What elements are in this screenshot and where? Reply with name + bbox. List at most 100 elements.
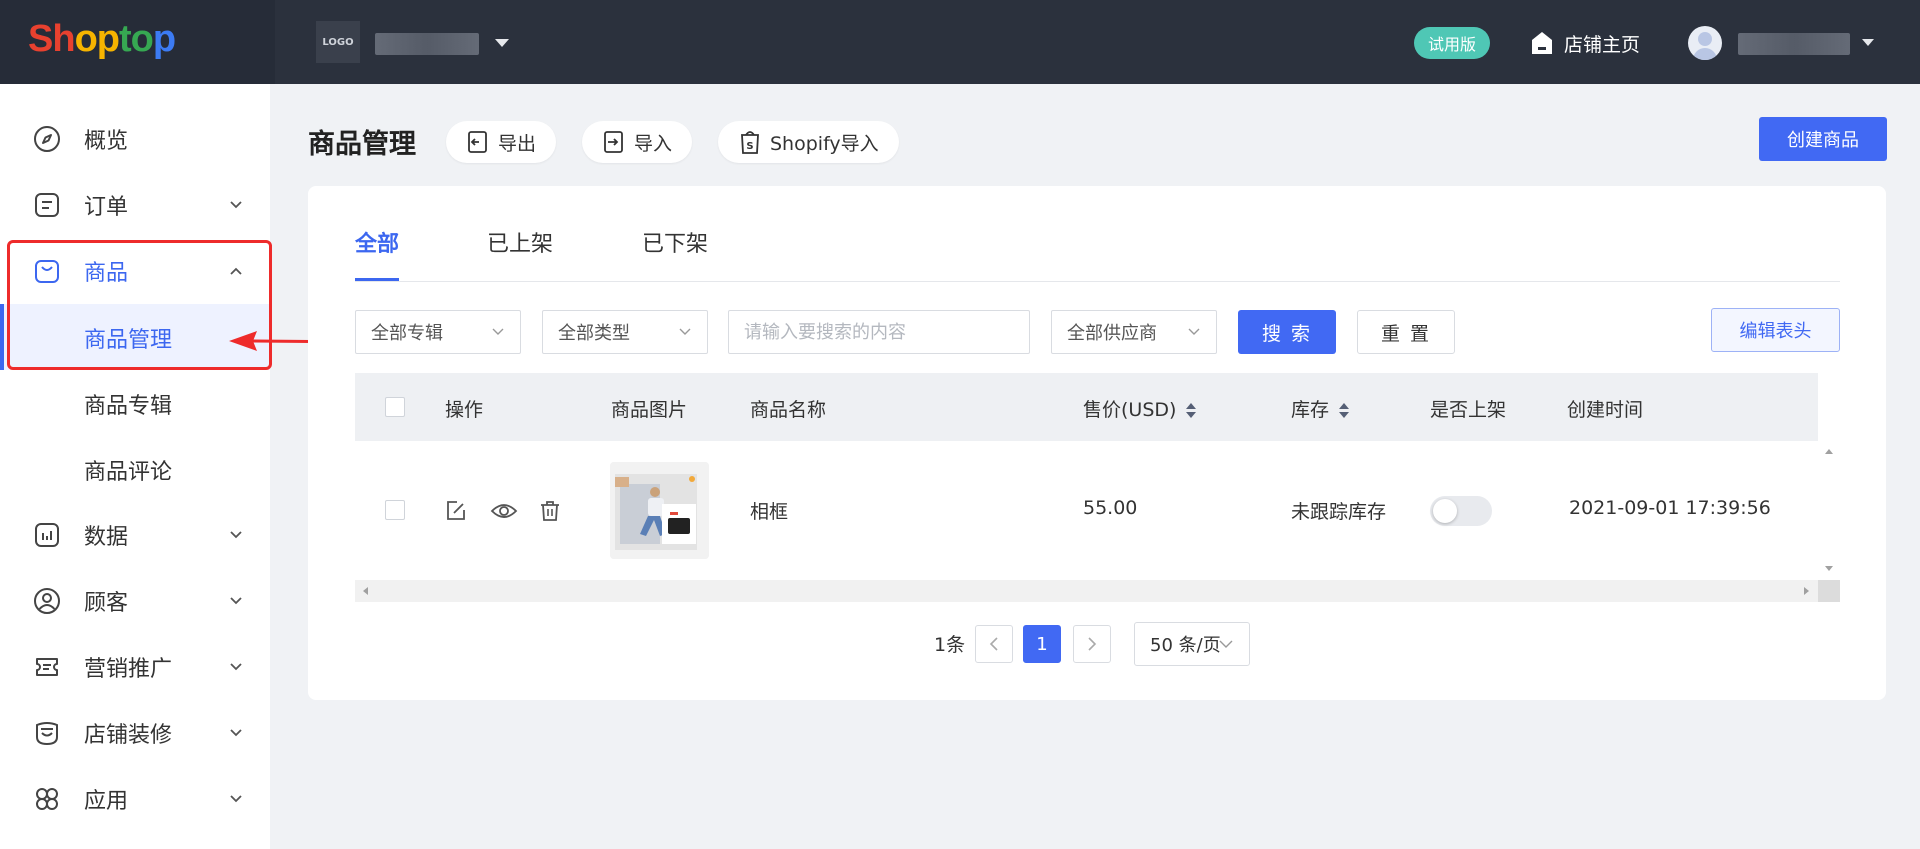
chevron-down-icon [230,661,242,673]
view-icon[interactable] [490,499,518,523]
sort-icon[interactable] [1186,402,1197,419]
export-button[interactable]: 导出 [446,121,557,163]
table-horizontal-scrollbar[interactable] [355,580,1818,602]
sidebar-item-customers[interactable]: 顾客 [0,568,270,634]
chevron-right-icon [1087,637,1097,651]
column-header-actions: 操作 [445,399,484,421]
chevron-left-icon [989,637,999,651]
store-decor-icon [33,719,61,747]
table-header: 操作 商品图片 商品名称 售价(USD) 库存 是否上架 创建时间 [355,373,1840,441]
user-menu-caret-icon[interactable] [1862,39,1874,46]
ticket-icon [33,653,61,681]
product-created-time: 2021-09-01 17:39:56 [1569,497,1771,519]
chevron-up-icon [230,265,242,277]
row-checkbox[interactable] [385,500,405,520]
shopify-bag-icon: S [738,129,762,155]
collection-select[interactable]: 全部专辑 [355,310,521,354]
edit-icon[interactable] [444,499,468,523]
scrollbar-header-gap [1818,373,1840,441]
store-home-link[interactable]: 店铺主页 [1530,26,1640,60]
sidebar-item-label: 订单 [84,195,129,220]
tab-all[interactable]: 全部 [355,226,400,281]
sidebar-item-label: 数据 [84,525,129,550]
prev-page-button[interactable] [975,625,1013,663]
tab-unpublished[interactable]: 已下架 [642,226,708,258]
search-input[interactable] [728,310,1030,354]
reset-button[interactable]: 重 置 [1357,310,1455,354]
shopify-import-button[interactable]: S Shopify导入 [718,121,899,163]
sidebar-item-store-design[interactable]: 店铺装修 [0,700,270,766]
column-header-price[interactable]: 售价(USD) [1083,395,1197,422]
import-button[interactable]: 导入 [582,121,693,163]
scrollbar-corner [1818,580,1840,602]
user-icon [33,587,61,615]
table-row: 相框 55.00 未跟踪库存 2021-09-01 17:39:56 [355,441,1818,580]
collection-select-value: 全部专辑 [371,323,443,344]
compass-icon [33,125,61,153]
chevron-down-icon [679,325,691,337]
export-label: 导出 [498,132,537,155]
store-logo[interactable]: LOGO [316,21,360,63]
username-redacted[interactable] [1738,33,1850,55]
published-toggle[interactable] [1430,496,1492,526]
price-header-label: 售价(USD) [1083,399,1177,421]
supplier-select-value: 全部供应商 [1067,323,1157,344]
column-header-published: 是否上架 [1430,399,1507,421]
product-name[interactable]: 相框 [750,497,788,524]
store-name-redacted[interactable] [375,33,479,55]
bag-icon [33,257,61,285]
top-bar: Shoptop LOGO 试用版 店铺主页 [0,0,1920,84]
status-tabs: 全部 已上架 已下架 [355,226,1840,282]
create-product-button[interactable]: 创建商品 [1759,117,1887,161]
page-number-button[interactable]: 1 [1023,625,1061,663]
chevron-down-icon [492,325,504,337]
sidebar-item-products[interactable]: 商品 [0,238,270,304]
sidebar-item-orders[interactable]: 订单 [0,172,270,238]
column-header-stock[interactable]: 库存 [1291,395,1350,422]
sidebar-item-label: 店铺装修 [84,723,173,748]
type-select[interactable]: 全部类型 [542,310,708,354]
next-page-button[interactable] [1073,625,1111,663]
sidebar-subitem-reviews[interactable]: 商品评论 [0,436,270,502]
store-switch-caret-icon[interactable] [495,39,509,47]
column-header-name: 商品名称 [750,399,827,421]
sidebar-item-label: 概览 [84,129,129,154]
supplier-select[interactable]: 全部供应商 [1051,310,1217,354]
chart-icon [33,521,61,549]
search-button[interactable]: 搜 索 [1238,310,1336,354]
product-price: 55.00 [1083,497,1138,519]
shopify-import-label: Shopify导入 [770,132,879,155]
logo-part: op [74,18,120,60]
sidebar-subitem-collections[interactable]: 商品专辑 [0,370,270,436]
table-vertical-scrollbar[interactable] [1818,441,1840,580]
column-header-created: 创建时间 [1567,399,1644,421]
chevron-down-icon [1219,638,1233,650]
import-icon [602,130,626,154]
tab-published[interactable]: 已上架 [487,226,553,258]
logo-part: Sh [28,18,76,60]
avatar[interactable] [1688,26,1722,60]
delete-icon[interactable] [538,499,562,523]
page-size-select[interactable]: 50 条/页 [1134,622,1250,666]
chevron-down-icon [230,727,242,739]
store-home-label: 店铺主页 [1564,33,1641,56]
sidebar-subitem-label: 商品专辑 [84,394,173,419]
page-size-value: 50 条/页 [1150,635,1221,656]
sidebar-subitem-label: 商品管理 [84,328,173,353]
pagination-total: 1条 [934,634,966,656]
product-thumbnail[interactable] [610,462,709,559]
sidebar-item-label: 顾客 [84,591,129,616]
brand-area: Shoptop [0,0,275,84]
sort-icon[interactable] [1339,402,1350,419]
trial-badge[interactable]: 试用版 [1414,27,1490,59]
logo-part: p [152,18,176,60]
sidebar-item-data[interactable]: 数据 [0,502,270,568]
chevron-down-icon [230,793,242,805]
sidebar-item-marketing[interactable]: 营销推广 [0,634,270,700]
select-all-checkbox[interactable] [385,397,405,417]
sidebar-item-apps[interactable]: 应用 [0,766,270,832]
chevron-down-icon [230,199,242,211]
edit-columns-button[interactable]: 编辑表头 [1711,308,1840,352]
brand-logo[interactable]: Shoptop [28,18,176,61]
sidebar-item-overview[interactable]: 概览 [0,106,270,172]
